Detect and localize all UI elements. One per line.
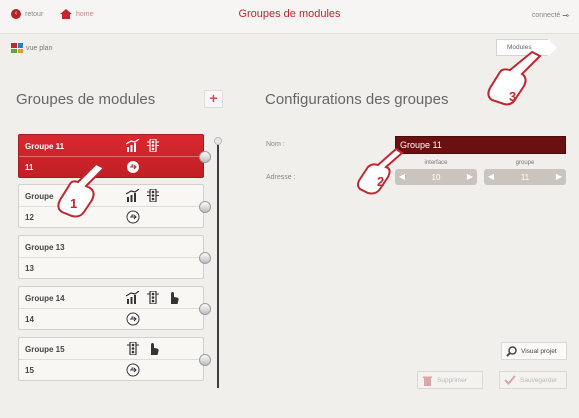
- group-name: Groupe 15: [25, 345, 65, 354]
- traffic-light-icon: [147, 291, 159, 304]
- divider: [19, 359, 203, 360]
- scrollbar-track[interactable]: [217, 142, 219, 388]
- callout-number-3: 3: [509, 89, 517, 104]
- divider: [19, 156, 203, 157]
- callout-hand-2: [357, 147, 404, 195]
- group-card-15[interactable]: Groupe 15 15: [18, 337, 211, 381]
- dimmer-icon: [126, 189, 140, 202]
- group-address: 13: [25, 264, 34, 273]
- delete-button[interactable]: Supprimer: [417, 371, 483, 389]
- connection-status: connecté ⊸: [532, 11, 569, 20]
- groups-title: Groupes de modules: [16, 91, 156, 108]
- hand-icon: [151, 343, 159, 355]
- group-icons: [126, 342, 160, 355]
- usb-icon: [127, 161, 139, 173]
- group-card-12[interactable]: Groupe 12: [18, 184, 211, 228]
- search-icon: [506, 345, 517, 357]
- groupe-value: 11: [520, 172, 530, 182]
- drag-handle[interactable]: [199, 151, 211, 163]
- interface-value: 10: [431, 172, 441, 182]
- plan-view-label: vue plan: [26, 44, 53, 52]
- group-address: 15: [25, 366, 34, 375]
- group-name: Groupe: [25, 192, 54, 201]
- interface-label: interface: [424, 160, 448, 166]
- drag-handle[interactable]: [199, 354, 211, 366]
- callout-number-1: 1: [70, 196, 78, 211]
- increment-icon[interactable]: ▶: [552, 169, 566, 185]
- groupe-stepper[interactable]: ◀ 11 ▶: [484, 169, 566, 185]
- delete-label: Supprimer: [437, 376, 467, 384]
- traffic-light-icon: [147, 189, 159, 202]
- group-icons: [126, 139, 160, 152]
- visual-project-button[interactable]: Visual projet: [501, 342, 567, 360]
- drag-handle[interactable]: [199, 252, 211, 264]
- group-name: Groupe 14: [25, 294, 65, 303]
- config-title: Configurations des groupes: [265, 91, 449, 108]
- groupe-label: groupe: [515, 160, 535, 166]
- nom-label: Nom :: [266, 141, 285, 148]
- usb-icon: [126, 312, 140, 326]
- group-address: 12: [25, 213, 34, 222]
- save-button[interactable]: Sauvegarder: [499, 371, 567, 389]
- group-name-input[interactable]: Groupe 11: [395, 136, 566, 154]
- save-label: Sauvegarder: [520, 376, 558, 384]
- plug-icon: ⊸: [562, 11, 569, 20]
- dimmer-icon: [126, 291, 140, 304]
- interface-stepper[interactable]: ◀ 10 ▶: [395, 169, 477, 185]
- divider: [19, 206, 203, 207]
- group-address: 14: [25, 315, 34, 324]
- callout-number-2: 2: [377, 174, 385, 189]
- connection-label: connecté: [531, 12, 561, 19]
- group-card-13[interactable]: Groupe 13 13: [18, 235, 211, 279]
- traffic-light-icon: [127, 342, 139, 355]
- group-address: 11: [25, 163, 34, 172]
- divider: [19, 308, 203, 309]
- top-bar: ‹ retour home Groupes de modules connect…: [0, 0, 579, 34]
- plus-icon: +: [209, 90, 218, 106]
- divider: [19, 257, 203, 258]
- increment-icon[interactable]: ▶: [463, 169, 477, 185]
- group-name: Groupe 13: [25, 243, 65, 252]
- group-icons: [126, 189, 160, 202]
- drag-handle[interactable]: [199, 201, 211, 213]
- adresse-label: Adresse :: [266, 174, 296, 181]
- group-card-11[interactable]: Groupe 11 11: [18, 134, 211, 178]
- page-title: Groupes de modules: [238, 8, 341, 20]
- plan-view-link[interactable]: vue plan: [11, 43, 52, 53]
- visual-project-label: Visual projet: [521, 347, 557, 355]
- group-name: Groupe 11: [25, 142, 65, 151]
- trash-icon: [423, 376, 432, 386]
- checkmark-icon: [504, 375, 516, 385]
- dimmer-icon: [126, 139, 140, 152]
- traffic-light-icon: [147, 139, 159, 152]
- group-card-14[interactable]: Groupe 14 14: [18, 286, 211, 330]
- callout-hand-1: [57, 162, 106, 218]
- scrollbar-handle[interactable]: [214, 137, 222, 145]
- usb-icon: [126, 210, 140, 224]
- group-icons: [126, 291, 180, 304]
- drag-handle[interactable]: [199, 303, 211, 315]
- hand-icon: [171, 292, 179, 304]
- decrement-icon[interactable]: ◀: [484, 169, 498, 185]
- grid-icon: [11, 43, 23, 53]
- add-group-button[interactable]: +: [204, 90, 223, 108]
- usb-icon: [126, 363, 140, 377]
